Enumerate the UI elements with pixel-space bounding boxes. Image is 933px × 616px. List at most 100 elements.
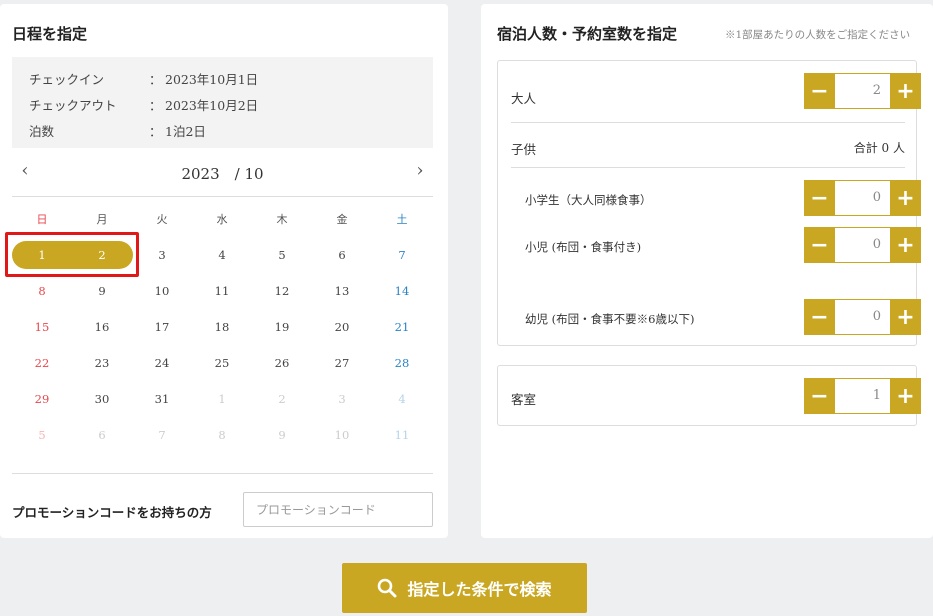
summary-colon: ： bbox=[149, 72, 162, 87]
calendar-day[interactable]: 31 bbox=[132, 385, 192, 413]
calendar-day[interactable]: 23 bbox=[72, 349, 132, 377]
calendar-day[interactable]: 29 bbox=[12, 385, 72, 413]
toddler-label: 小児 (布団・食事付き) bbox=[525, 240, 642, 254]
calendar-divider bbox=[12, 196, 433, 197]
infant-value[interactable]: 0 bbox=[835, 299, 890, 335]
search-button-label: 指定した条件で検索 bbox=[407, 580, 552, 599]
checkout-label: チェックアウト bbox=[29, 98, 117, 113]
rooms-minus-button[interactable]: − bbox=[804, 378, 835, 414]
calendar-day-outside: 3 bbox=[338, 392, 346, 406]
search-button[interactable]: 指定した条件で検索 bbox=[342, 563, 587, 613]
summary-colon: ： bbox=[149, 124, 162, 139]
promo-divider bbox=[12, 473, 433, 474]
calendar-day[interactable]: 24 bbox=[132, 349, 192, 377]
date-panel-title: 日程を指定 bbox=[12, 25, 88, 43]
toddler-plus-button[interactable]: + bbox=[890, 227, 921, 263]
weekday-label: 土 bbox=[396, 213, 408, 226]
calendar-day-outside: 9 bbox=[278, 428, 286, 442]
calendar-day-outside: 10 bbox=[334, 428, 350, 442]
calendar-day-outside: 8 bbox=[218, 428, 226, 442]
calendar-day[interactable]: 7 bbox=[372, 241, 432, 269]
elementary-label: 小学生（大人同様食事） bbox=[525, 193, 652, 207]
calendar-month-label: 2023 / 10 bbox=[181, 165, 264, 183]
infant-minus-button[interactable]: − bbox=[804, 299, 835, 335]
weekday-label: 月 bbox=[96, 213, 108, 226]
date-panel: 日程を指定 チェックイン： 2023年10月1日 チェックアウト： 2023年10月… bbox=[0, 4, 448, 538]
calendar-day[interactable]: 3 bbox=[132, 241, 192, 269]
adults-stepper: − 2 + bbox=[804, 73, 921, 109]
elementary-value[interactable]: 0 bbox=[835, 180, 890, 216]
calendar-day-outside: 1 bbox=[218, 392, 226, 406]
weekday-label: 火 bbox=[156, 213, 168, 226]
checkin-value: 2023年10月1日 bbox=[165, 72, 259, 87]
adults-value[interactable]: 2 bbox=[835, 73, 890, 109]
rooms-value[interactable]: 1 bbox=[835, 378, 890, 414]
checkout-value: 2023年10月2日 bbox=[165, 98, 259, 113]
calendar-day-outside: 4 bbox=[398, 392, 406, 406]
guest-panel: 宿泊人数・予約室数を指定 ※1部屋あたりの人数をご指定ください 大人 − 2 +… bbox=[481, 4, 933, 538]
checkin-label: チェックイン bbox=[29, 72, 105, 87]
calendar-day[interactable]: 4 bbox=[192, 241, 252, 269]
calendar-day[interactable]: 27 bbox=[312, 349, 372, 377]
adults-divider bbox=[511, 122, 905, 123]
calendar-day[interactable]: 12 bbox=[252, 277, 312, 305]
checkin-row: チェックイン ： 2023年10月1日 bbox=[29, 69, 258, 88]
calendar-day[interactable]: 20 bbox=[312, 313, 372, 341]
calendar-day-outside: 5 bbox=[38, 428, 46, 442]
toddler-value[interactable]: 0 bbox=[835, 227, 890, 263]
calendar-day[interactable]: 25 bbox=[192, 349, 252, 377]
calendar-day[interactable]: 16 bbox=[72, 313, 132, 341]
elementary-plus-button[interactable]: + bbox=[890, 180, 921, 216]
calendar-day[interactable]: 28 bbox=[372, 349, 432, 377]
calendar-day[interactable]: 9 bbox=[72, 277, 132, 305]
nights-value: 1泊2日 bbox=[165, 124, 206, 139]
nights-row: 泊数 ： 1泊2日 bbox=[29, 121, 206, 140]
calendar-day-outside: 2 bbox=[278, 392, 286, 406]
promo-code-label: プロモーションコードをお持ちの方 bbox=[12, 505, 212, 520]
calendar-day[interactable]: 17 bbox=[132, 313, 192, 341]
nights-label: 泊数 bbox=[29, 124, 55, 139]
elementary-minus-button[interactable]: − bbox=[804, 180, 835, 216]
calendar-day[interactable]: 26 bbox=[252, 349, 312, 377]
weekday-label: 金 bbox=[336, 213, 348, 226]
toddler-minus-button[interactable]: − bbox=[804, 227, 835, 263]
adults-plus-button[interactable]: + bbox=[890, 73, 921, 109]
calendar-day[interactable]: 21 bbox=[372, 313, 432, 341]
calendar-day[interactable]: 5 bbox=[252, 241, 312, 269]
children-divider bbox=[511, 167, 905, 168]
calendar-day[interactable]: 14 bbox=[372, 277, 432, 305]
rooms-stepper: − 1 + bbox=[804, 378, 921, 414]
weekday-label: 日 bbox=[36, 213, 48, 226]
calendar-day-outside: 11 bbox=[394, 428, 410, 442]
search-icon bbox=[378, 578, 397, 598]
calendar-day[interactable]: 15 bbox=[12, 313, 72, 341]
promo-code-input[interactable] bbox=[243, 492, 433, 527]
guest-panel-title: 宿泊人数・予約室数を指定 bbox=[497, 25, 678, 43]
people-box: 大人 − 2 + 子供 合計 0 人 小学生（大人同様食事） − 0 + 小児 … bbox=[497, 60, 921, 346]
rooms-plus-button[interactable]: + bbox=[890, 378, 921, 414]
children-label: 子供 bbox=[511, 142, 537, 157]
checkout-row: チェックアウト ： 2023年10月2日 bbox=[29, 95, 258, 114]
calendar-day[interactable]: 13 bbox=[312, 277, 372, 305]
selection-highlight-box bbox=[5, 232, 139, 277]
calendar-day[interactable]: 6 bbox=[312, 241, 372, 269]
adults-label: 大人 bbox=[511, 91, 537, 106]
calendar-day[interactable]: 8 bbox=[12, 277, 72, 305]
calendar-day[interactable]: 22 bbox=[12, 349, 72, 377]
calendar-day[interactable]: 11 bbox=[192, 277, 252, 305]
calendar-day-outside: 7 bbox=[158, 428, 166, 442]
calendar-day[interactable]: 18 bbox=[192, 313, 252, 341]
children-total: 合計 0 人 bbox=[853, 141, 905, 155]
rooms-box: 客室 − 1 + bbox=[497, 365, 921, 426]
stay-summary: チェックイン： 2023年10月1日 チェックアウト： 2023年10月2日 泊数：… bbox=[12, 57, 433, 148]
next-month-icon[interactable]: › bbox=[410, 161, 430, 181]
calendar-day[interactable]: 30 bbox=[72, 385, 132, 413]
calendar-day[interactable]: 19 bbox=[252, 313, 312, 341]
weekday-label: 木 bbox=[276, 213, 288, 226]
infant-stepper: − 0 + bbox=[804, 299, 921, 335]
summary-colon: ： bbox=[149, 98, 162, 113]
calendar-day[interactable]: 10 bbox=[132, 277, 192, 305]
infant-label: 幼児 (布団・食事不要※6歳以下) bbox=[525, 312, 695, 326]
adults-minus-button[interactable]: − bbox=[804, 73, 835, 109]
infant-plus-button[interactable]: + bbox=[890, 299, 921, 335]
